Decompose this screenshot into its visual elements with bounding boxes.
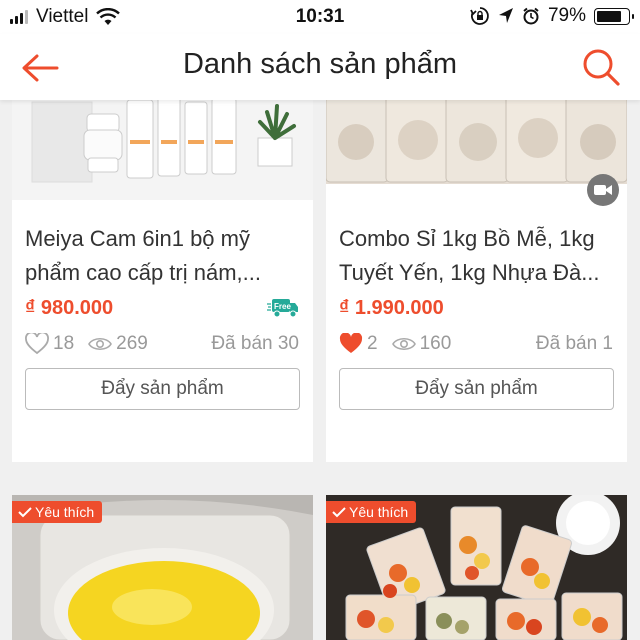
check-icon <box>332 507 346 518</box>
product-card[interactable]: Combo Sỉ 1kg Bồ Mễ, 1kg Tuyết Yến, 1kg N… <box>326 62 627 462</box>
rotation-lock-icon <box>470 7 489 25</box>
battery-icon <box>594 7 634 25</box>
signal-icon <box>10 10 28 24</box>
wifi-icon <box>96 8 121 25</box>
eye-icon <box>88 337 113 351</box>
favorite-badge: Yêu thích <box>12 501 103 523</box>
product-card[interactable]: Yêu thích <box>12 495 313 640</box>
video-camera-icon <box>587 174 619 206</box>
sold-count: Đã bán 1 <box>535 333 613 354</box>
product-price: ₫ 1.990.000 <box>339 297 444 319</box>
push-product-button[interactable]: Đẩy sản phẩm <box>25 368 300 410</box>
product-stats: 18 269 Đã bán 30 <box>25 330 299 358</box>
sold-count: Đã bán 30 <box>211 333 299 354</box>
battery-percent: 79% <box>547 5 586 26</box>
push-product-button[interactable]: Đẩy sản phẩm <box>339 368 614 410</box>
view-count: 160 <box>419 333 452 354</box>
heart-outline-icon[interactable] <box>25 333 49 355</box>
clock: 10:31 <box>295 6 345 27</box>
carrier-label: Viettel <box>36 6 89 27</box>
location-icon <box>498 8 513 23</box>
heart-filled-icon[interactable] <box>339 333 363 355</box>
product-card[interactable]: Meiya Cam 6in1 bộ mỹ phẩm cao cấp trị ná… <box>12 62 313 462</box>
favorite-badge-label: Yêu thích <box>349 504 409 520</box>
free-ship-label: Free <box>274 302 291 311</box>
eye-icon <box>391 337 416 351</box>
alarm-icon <box>523 7 539 25</box>
product-stats: 2 160 Đã bán 1 <box>339 330 613 358</box>
check-icon <box>18 507 32 518</box>
favorite-badge-label: Yêu thích <box>35 504 95 520</box>
status-bar: Viettel 10:31 79% <box>0 0 640 34</box>
search-icon <box>583 49 620 86</box>
favorite-badge: Yêu thích <box>326 501 417 523</box>
product-price: ₫ 980.000 <box>25 297 114 319</box>
page-title: Danh sách sản phẩm <box>182 48 458 80</box>
product-name: Combo Sỉ 1kg Bồ Mễ, 1kg Tuyết Yến, 1kg N… <box>339 226 600 285</box>
product-card[interactable]: Yêu thích <box>326 495 627 640</box>
truck-icon: Free <box>267 299 298 318</box>
free-shipping-badge: Free <box>267 298 299 323</box>
product-name: Meiya Cam 6in1 bộ mỹ phẩm cao cấp trị ná… <box>25 226 261 285</box>
like-count: 18 <box>53 333 75 354</box>
view-count: 269 <box>116 333 148 354</box>
search-button[interactable] <box>578 44 624 90</box>
nav-header: Danh sách sản phẩm <box>0 34 640 100</box>
like-count: 2 <box>367 333 378 354</box>
